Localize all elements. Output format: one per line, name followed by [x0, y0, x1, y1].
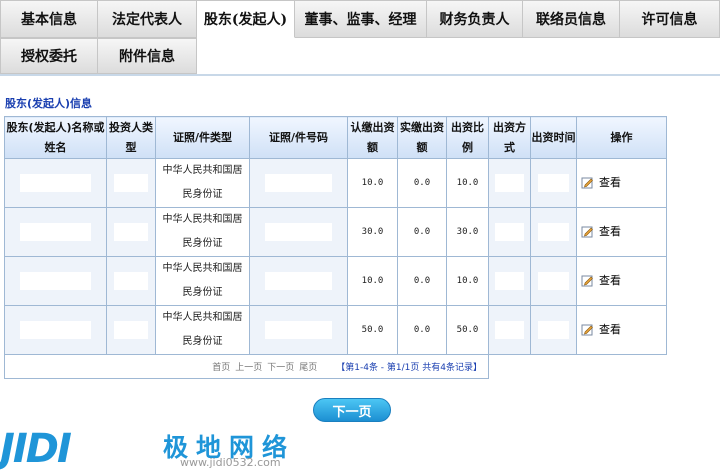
cell-name	[4, 207, 107, 257]
edit-view-icon	[581, 275, 593, 287]
shareholder-table: 股东(发起人)名称或姓名 投资人类型 证照/件类型 证照/件号码 认缴出资额 实…	[4, 116, 667, 379]
pager-prev[interactable]: 上一页	[235, 360, 262, 373]
cell-operation: 查看	[576, 207, 667, 257]
cell-name	[4, 158, 107, 208]
tab-directors-supervisors-managers[interactable]: 董事、监事、经理	[295, 0, 427, 38]
tab-basic-info[interactable]: 基本信息	[0, 0, 98, 38]
cell-ratio: 10.0	[446, 256, 489, 306]
col-header-date: 出资时间	[530, 116, 577, 159]
view-link-label: 查看	[599, 176, 621, 190]
col-header-ratio: 出资比例	[446, 116, 489, 159]
cell-date	[530, 207, 577, 257]
cell-name	[4, 256, 107, 306]
cell-operation: 查看	[576, 158, 667, 208]
pager-row: 首页 上一页 下一页 尾页 【第1-4条 - 第1/1页 共有4条记录】	[4, 354, 667, 379]
watermark-url: www.jidi0532.com	[180, 456, 281, 469]
pager-first[interactable]: 首页	[212, 360, 230, 373]
cell-method	[488, 207, 531, 257]
view-link-label: 查看	[599, 323, 621, 337]
view-link[interactable]: 查看	[581, 272, 621, 288]
cell-cert-type: 中华人民共和国居 民身份证	[155, 158, 250, 208]
cell-cert-type: 中华人民共和国居 民身份证	[155, 256, 250, 306]
edit-view-icon	[581, 324, 593, 336]
cell-cert-type: 中华人民共和国居 民身份证	[155, 207, 250, 257]
table-row: 中华人民共和国居 民身份证 50.0 0.0 50.0 查看	[4, 305, 667, 355]
cell-name	[4, 305, 107, 355]
cell-paid: 0.0	[397, 305, 447, 355]
col-header-operation: 操作	[576, 116, 667, 159]
pager-summary: 【第1-4条 - 第1/1页 共有4条记录】	[336, 363, 482, 373]
tab-legal-representative[interactable]: 法定代表人	[98, 0, 197, 38]
col-header-method: 出资方式	[488, 116, 531, 159]
col-header-cert-no: 证照/件号码	[249, 116, 348, 159]
cell-cert-no	[249, 207, 348, 257]
tab-attachments[interactable]: 附件信息	[98, 38, 197, 74]
table-row: 中华人民共和国居 民身份证 10.0 0.0 10.0 查看	[4, 256, 667, 306]
col-header-name: 股东(发起人)名称或姓名	[4, 116, 107, 159]
pager-last[interactable]: 尾页	[299, 360, 317, 373]
col-header-paid: 实缴出资额	[397, 116, 447, 159]
watermark-logo: JIDI	[0, 426, 72, 470]
view-link[interactable]: 查看	[581, 174, 621, 190]
cell-cert-no	[249, 158, 348, 208]
watermark: JIDI 极地网络 www.jidi0532.com	[0, 428, 420, 470]
col-header-investor-type: 投资人类型	[106, 116, 156, 159]
cell-date	[530, 256, 577, 306]
table-row: 中华人民共和国居 民身份证 10.0 0.0 10.0 查看	[4, 158, 667, 208]
cell-operation: 查看	[576, 305, 667, 355]
cell-investor-type	[106, 207, 156, 257]
cell-subscribed: 50.0	[347, 305, 398, 355]
cell-paid: 0.0	[397, 207, 447, 257]
cell-method	[488, 158, 531, 208]
cell-investor-type	[106, 305, 156, 355]
cell-ratio: 50.0	[446, 305, 489, 355]
cell-subscribed: 10.0	[347, 158, 398, 208]
cell-paid: 0.0	[397, 256, 447, 306]
cell-investor-type	[106, 158, 156, 208]
cell-cert-no	[249, 305, 348, 355]
view-link-label: 查看	[599, 225, 621, 239]
section-title: 股东(发起人)信息	[5, 97, 93, 110]
tab-bar-secondary: 授权委托 附件信息	[0, 38, 197, 74]
cell-investor-type	[106, 256, 156, 306]
edit-view-icon	[581, 177, 593, 189]
view-link[interactable]: 查看	[581, 321, 621, 337]
tab-authorization[interactable]: 授权委托	[0, 38, 98, 74]
cell-operation: 查看	[576, 256, 667, 306]
col-header-subscribed: 认缴出资额	[347, 116, 398, 159]
cell-method	[488, 256, 531, 306]
cell-date	[530, 158, 577, 208]
tabs-divider	[0, 74, 720, 76]
cell-paid: 0.0	[397, 158, 447, 208]
tab-license-info[interactable]: 许可信息	[620, 0, 720, 38]
cell-cert-type: 中华人民共和国居 民身份证	[155, 305, 250, 355]
cell-ratio: 30.0	[446, 207, 489, 257]
tab-liaison-info[interactable]: 联络员信息	[523, 0, 620, 38]
cell-subscribed: 10.0	[347, 256, 398, 306]
cell-subscribed: 30.0	[347, 207, 398, 257]
cell-method	[488, 305, 531, 355]
table-header-row: 股东(发起人)名称或姓名 投资人类型 证照/件类型 证照/件号码 认缴出资额 实…	[4, 116, 667, 159]
tab-bar-primary: 基本信息 法定代表人 股东(发起人) 董事、监事、经理 财务负责人 联络员信息 …	[0, 0, 720, 38]
tab-shareholders[interactable]: 股东(发起人)	[197, 0, 295, 38]
edit-view-icon	[581, 226, 593, 238]
tab-finance-officer[interactable]: 财务负责人	[427, 0, 523, 38]
cell-date	[530, 305, 577, 355]
next-page-button[interactable]: 下一页	[313, 398, 391, 422]
pager-cell: 首页 上一页 下一页 尾页 【第1-4条 - 第1/1页 共有4条记录】	[4, 354, 489, 379]
table-row: 中华人民共和国居 民身份证 30.0 0.0 30.0 查看	[4, 207, 667, 257]
view-link-label: 查看	[599, 274, 621, 288]
view-link[interactable]: 查看	[581, 223, 621, 239]
pager: 首页 上一页 下一页 尾页 【第1-4条 - 第1/1页 共有4条记录】	[5, 360, 488, 373]
pager-next[interactable]: 下一页	[267, 360, 294, 373]
cell-cert-no	[249, 256, 348, 306]
col-header-cert-type: 证照/件类型	[155, 116, 250, 159]
cell-ratio: 10.0	[446, 158, 489, 208]
